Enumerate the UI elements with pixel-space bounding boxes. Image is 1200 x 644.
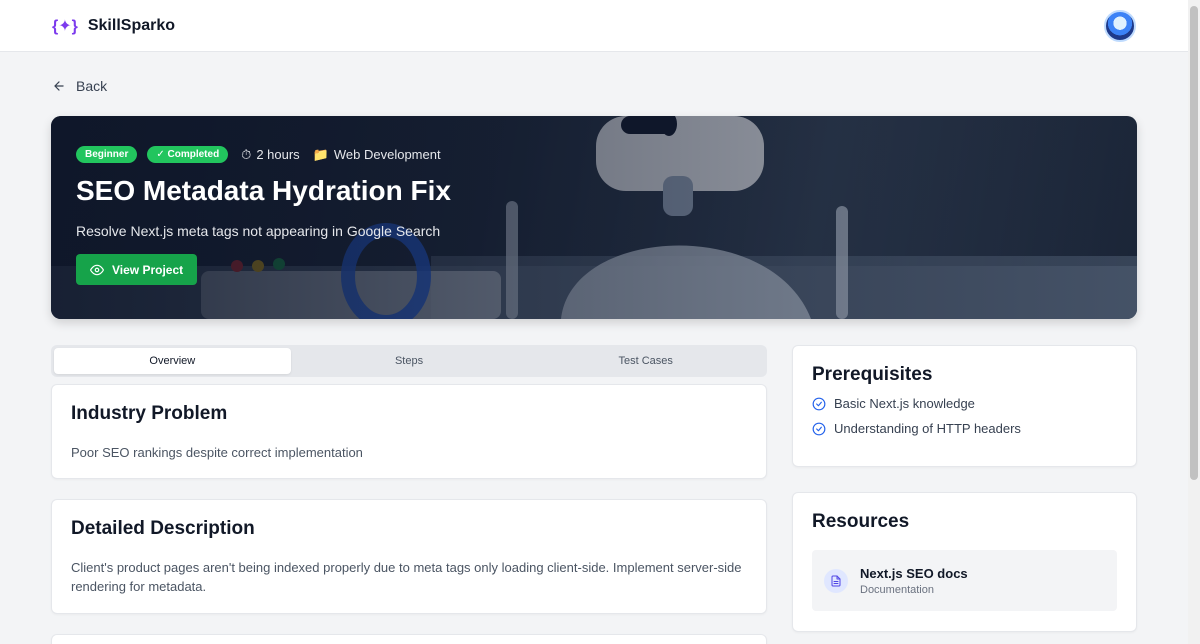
eye-icon — [90, 264, 104, 275]
category-text: Web Development — [333, 147, 441, 162]
resources-heading: Resources — [812, 511, 910, 532]
resource-title: Next.js SEO docs — [860, 565, 968, 581]
detailed-description-heading: Detailed Description — [71, 518, 255, 539]
stopwatch-icon: ⏱ — [241, 146, 252, 162]
back-label: Back — [76, 78, 108, 94]
hero-meta: Beginner ✓ Completed ⏱ 2 hours 📁 Web Dev… — [76, 146, 451, 163]
next-card — [51, 634, 767, 644]
prerequisite-item: Basic Next.js knowledge — [812, 396, 1117, 411]
document-icon — [824, 568, 848, 593]
resource-item[interactable]: Next.js SEO docs Documentation — [812, 550, 1117, 611]
prerequisite-text: Basic Next.js knowledge — [834, 396, 975, 411]
page-title: SEO Metadata Hydration Fix — [76, 175, 451, 206]
top-navbar: {✦} SkillSparko — [0, 0, 1188, 52]
tab-overview[interactable]: Overview — [54, 348, 291, 374]
sparkle-logo-icon: {✦} — [52, 17, 78, 35]
difficulty-badge: Beginner — [76, 146, 138, 163]
prerequisite-text: Understanding of HTTP headers — [834, 421, 1021, 436]
project-hero: Beginner ✓ Completed ⏱ 2 hours 📁 Web Dev… — [51, 116, 1137, 319]
resource-type: Documentation — [860, 583, 934, 596]
prerequisites-heading: Prerequisites — [812, 364, 933, 385]
prerequisite-item: Understanding of HTTP headers — [812, 421, 1117, 436]
industry-problem-card: Industry Problem Poor SEO rankings despi… — [51, 384, 767, 479]
hero-content: Beginner ✓ Completed ⏱ 2 hours 📁 Web Dev… — [76, 146, 451, 285]
brand-name: SkillSparko — [87, 16, 176, 34]
check-circle-icon — [812, 422, 826, 435]
back-link[interactable]: Back — [52, 78, 107, 94]
prerequisites-card: Prerequisites Basic Next.js knowledge Un… — [792, 345, 1137, 467]
industry-problem-heading: Industry Problem — [71, 403, 228, 424]
arrow-left-icon — [54, 81, 64, 91]
industry-problem-text: Poor SEO rankings despite correct implem… — [71, 445, 363, 460]
folder-icon: 📁 — [312, 146, 329, 162]
brand[interactable]: {✦} SkillSparko — [52, 16, 175, 36]
check-circle-icon — [812, 397, 826, 410]
tab-bar: Overview Steps Test Cases — [51, 345, 767, 377]
view-project-button[interactable]: View Project — [76, 254, 198, 285]
page-subtitle: Resolve Next.js meta tags not appearing … — [76, 223, 441, 239]
scrollbar-thumb[interactable] — [1190, 6, 1198, 480]
tab-test-cases[interactable]: Test Cases — [527, 348, 764, 374]
duration-meta: ⏱ 2 hours — [241, 147, 300, 163]
view-project-label: View Project — [112, 262, 184, 277]
tab-steps[interactable]: Steps — [291, 348, 528, 374]
resources-card: Resources Next.js SEO docs Documentation — [792, 492, 1137, 632]
duration-text: 2 hours — [256, 147, 300, 162]
detailed-description-card: Detailed Description Client's product pa… — [51, 499, 767, 614]
status-badge: ✓ Completed — [147, 146, 229, 163]
scrollbar[interactable] — [1188, 0, 1200, 644]
detailed-description-text: Client's product pages aren't being inde… — [71, 560, 742, 594]
avatar[interactable] — [1104, 9, 1136, 42]
category-meta: 📁 Web Development — [313, 147, 441, 163]
